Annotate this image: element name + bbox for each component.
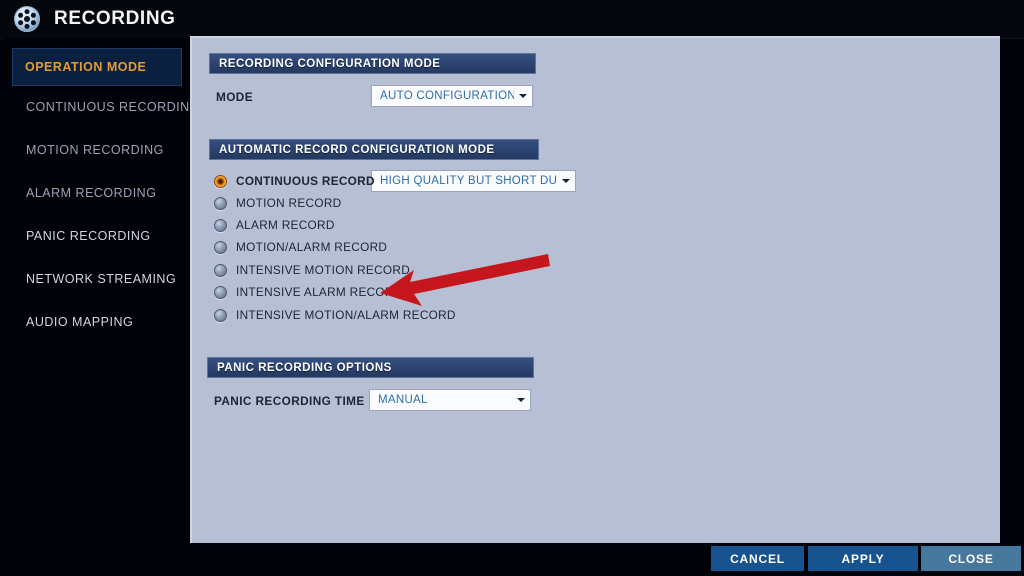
radio-option-label: INTENSIVE MOTION/ALARM RECORD — [236, 308, 456, 322]
page-title: RECORDING — [54, 8, 176, 29]
sidebar-item-alarm-recording[interactable]: ALARM RECORDING — [14, 181, 180, 205]
sidebar-item-panic-recording[interactable]: PANIC RECORDING — [14, 224, 180, 248]
chevron-down-icon — [514, 86, 532, 106]
panic-recording-time-dropdown[interactable]: MANUAL — [369, 389, 531, 411]
sidebar-item-motion-recording[interactable]: MOTION RECORDING — [14, 138, 180, 162]
record-quality-dropdown-value: HIGH QUALITY BUT SHORT DURA... — [380, 175, 557, 187]
radio-indicator[interactable] — [214, 196, 227, 210]
radio-option-continuous-record[interactable]: CONTINUOUS RECORD — [214, 171, 375, 191]
sidebar-item-audio-mapping[interactable]: AUDIO MAPPING — [14, 310, 180, 334]
label-panic-recording-time: PANIC RECORDING TIME — [214, 394, 365, 408]
recording-settings-window: RECORDING OPERATION MODE CONTINUOUS RECO… — [0, 0, 1024, 576]
sidebar-item-network-streaming[interactable]: NETWORK STREAMING — [14, 267, 180, 291]
chevron-down-icon — [557, 171, 575, 191]
cancel-button[interactable]: CANCEL — [711, 546, 804, 571]
sidebar-item-label: PANIC RECORDING — [26, 229, 151, 243]
radio-option-motion-alarm-record[interactable]: MOTION/ALARM RECORD — [214, 237, 387, 257]
chevron-down-icon — [512, 390, 530, 410]
mode-dropdown-value: AUTO CONFIGURATION — [380, 90, 514, 102]
radio-option-label: INTENSIVE MOTION RECORD — [236, 263, 411, 277]
radio-indicator[interactable] — [214, 174, 227, 188]
sidebar: OPERATION MODE CONTINUOUS RECORDING MOTI… — [4, 38, 199, 572]
close-button-label: CLOSE — [948, 551, 994, 566]
radio-option-label: INTENSIVE ALARM RECORD — [236, 285, 403, 299]
radio-option-label: MOTION/ALARM RECORD — [236, 240, 388, 254]
radio-indicator[interactable] — [214, 263, 227, 277]
radio-indicator[interactable] — [214, 308, 227, 322]
sidebar-item-label: AUDIO MAPPING — [26, 315, 134, 329]
radio-indicator[interactable] — [214, 218, 227, 232]
close-button[interactable]: CLOSE — [921, 546, 1021, 571]
film-reel-icon — [14, 6, 40, 32]
apply-button-label: APPLY — [841, 551, 885, 566]
radio-option-label: CONTINUOUS RECORD — [236, 174, 375, 188]
radio-option-label: MOTION RECORD — [236, 196, 342, 210]
sidebar-item-label: OPERATION MODE — [25, 60, 147, 74]
radio-indicator[interactable] — [214, 240, 227, 254]
sidebar-item-label: NETWORK STREAMING — [26, 272, 177, 286]
cancel-button-label: CANCEL — [730, 551, 785, 566]
title-bar: RECORDING — [0, 0, 1024, 39]
radio-indicator[interactable] — [214, 285, 227, 299]
apply-button[interactable]: APPLY — [808, 546, 918, 571]
section-header-automatic-record-configuration-mode: AUTOMATIC RECORD CONFIGURATION MODE — [209, 139, 539, 160]
radio-option-motion-record[interactable]: MOTION RECORD — [214, 193, 341, 213]
section-header-recording-configuration-mode: RECORDING CONFIGURATION MODE — [209, 53, 536, 74]
sidebar-item-label: MOTION RECORDING — [26, 143, 164, 157]
sidebar-item-label: CONTINUOUS RECORDING — [26, 100, 200, 114]
label-mode: MODE — [216, 90, 253, 104]
sidebar-item-operation-mode[interactable]: OPERATION MODE — [12, 48, 182, 86]
sidebar-item-label: ALARM RECORDING — [26, 186, 157, 200]
mode-dropdown[interactable]: AUTO CONFIGURATION — [371, 85, 533, 107]
radio-option-intensive-alarm-record[interactable]: INTENSIVE ALARM RECORD — [214, 282, 403, 302]
radio-option-intensive-motion-record[interactable]: INTENSIVE MOTION RECORD — [214, 260, 410, 280]
panic-recording-time-value: MANUAL — [378, 394, 428, 406]
radio-option-intensive-motion-alarm-record[interactable]: INTENSIVE MOTION/ALARM RECORD — [214, 305, 456, 325]
record-quality-dropdown[interactable]: HIGH QUALITY BUT SHORT DURA... — [371, 170, 576, 192]
radio-option-alarm-record[interactable]: ALARM RECORD — [214, 215, 335, 235]
radio-option-label: ALARM RECORD — [236, 218, 335, 232]
section-header-panic-recording-options: PANIC RECORDING OPTIONS — [207, 357, 534, 378]
sidebar-item-continuous-recording[interactable]: CONTINUOUS RECORDING — [14, 95, 199, 119]
